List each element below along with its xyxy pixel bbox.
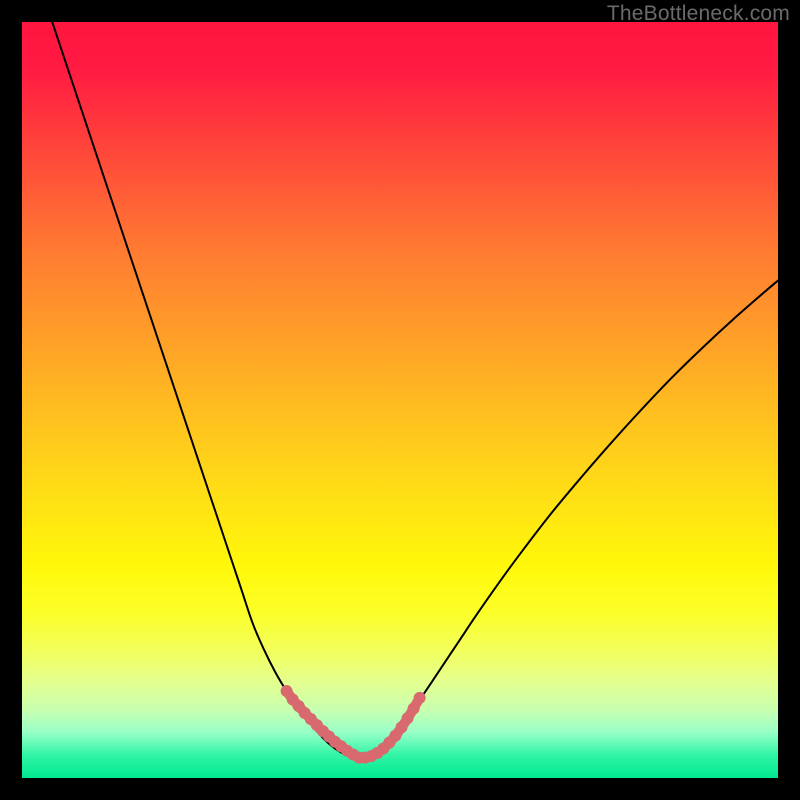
plot-area [22, 22, 778, 778]
minimum-marker-dots [281, 685, 426, 764]
chart-frame: TheBottleneck.com [0, 0, 800, 800]
curve-left [52, 22, 354, 758]
marker-dot [408, 702, 420, 714]
watermark-text: TheBottleneck.com [607, 2, 790, 26]
marker-dot [414, 692, 426, 704]
curve-right [355, 281, 778, 759]
curve-layer [22, 22, 778, 778]
